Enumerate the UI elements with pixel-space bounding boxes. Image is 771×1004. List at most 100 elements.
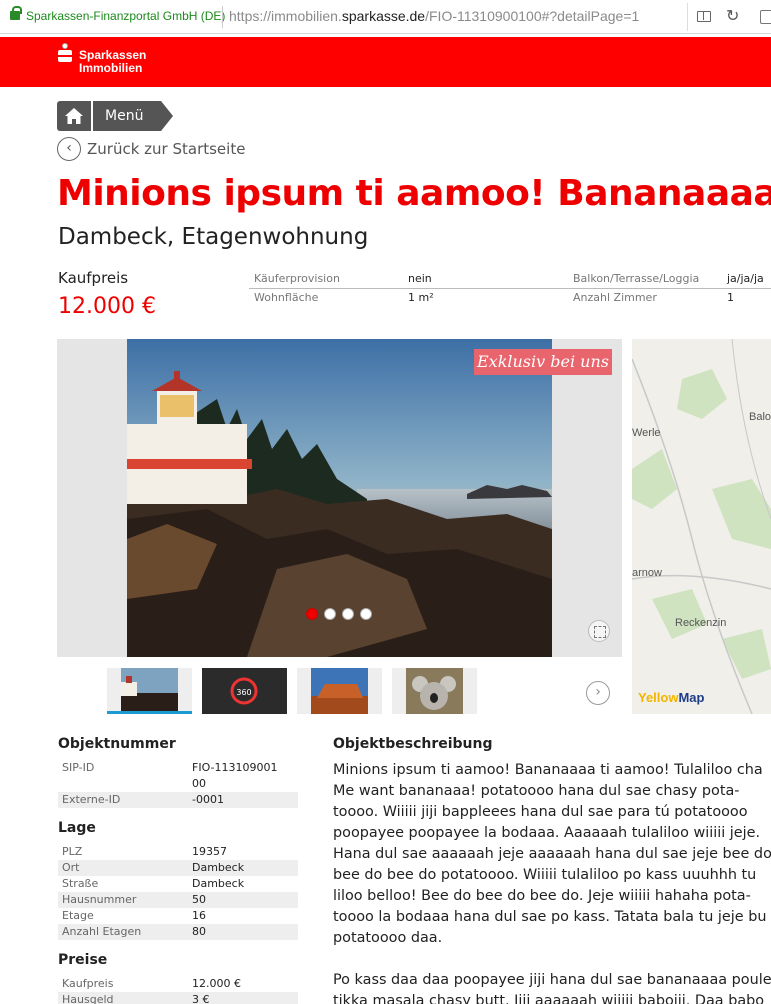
table-row: Hausgeld 3 € [58,992,298,1004]
objekt-table: SIP-ID FIO-113109001 00 Externe-ID -0001 [58,760,298,808]
map-place-label: Balo [749,411,771,423]
slide-dot[interactable] [342,608,354,620]
fact-label: Wohnfläche [254,291,319,304]
url-text[interactable]: https://immobilien.sparkasse.de/FIO-1131… [229,8,639,24]
thumbnail-desert[interactable] [297,668,382,714]
back-label: Zurück zur Startseite [87,140,246,158]
back-link[interactable]: ‹ Zurück zur Startseite [57,137,245,161]
listing-title: Minions ipsum ti aamoo! Bananaaaa [57,173,771,214]
slide-dot[interactable] [306,608,318,620]
map-place-label: Reckenzin [675,617,727,629]
section-heading: Preise [58,952,108,968]
row-value: 16 [192,909,206,922]
key-facts-table: Käuferprovision nein Balkon/Terrasse/Log… [249,270,771,308]
url-domain: sparkasse.de [341,8,426,24]
chevron-left-icon: ‹ [57,137,81,161]
thumbnail-360[interactable]: 360 [202,668,287,714]
sparkasse-logo-icon[interactable] [58,43,72,65]
section-heading: Lage [58,820,96,836]
table-row: Straße Dambeck [58,876,298,892]
price-label: Kaufpreis [58,269,129,287]
breadcrumb: Menü [57,101,174,131]
table-row: PLZ 19357 [58,844,298,860]
brand-header: Sparkassen Immobilien [0,37,771,87]
browser-address-bar: Sparkassen-Finanzportal GmbH (DE) https:… [0,0,771,34]
exclusive-badge: Exklusiv bei uns [474,349,612,375]
thumbnail-image [406,668,463,714]
description-line: tikka masala chasy butt. Jiji aaaaaah wi… [333,993,765,1004]
home-icon [65,108,83,124]
row-value: -0001 [192,793,224,806]
thumbnail-image [311,668,368,714]
description-line: Minions ipsum ti aamoo! Bananaaaa ti aam… [333,762,763,778]
fact-label: Käuferprovision [254,272,340,285]
slide-dot[interactable] [360,608,372,620]
separator [222,6,223,28]
row-value: 3 € [192,993,210,1004]
description-line: bee do bee do potatoooo. Wiiiii tulalilo… [333,867,757,883]
preise-table: Kaufpreis 12.000 € Hausgeld 3 € [58,976,298,1004]
lock-icon [10,6,22,20]
map-place-label: Werle [632,427,661,439]
row-value: 50 [192,893,206,906]
menu-button[interactable]: Menü [93,101,174,131]
yellowmap-logo[interactable]: YellowMap [638,690,704,705]
fullscreen-icon[interactable] [588,620,610,642]
map-place-label: arnow [632,567,662,579]
section-heading: Objektnummer [58,736,176,752]
description-line: Po kass daa daa poopayee jiji hana dul s… [333,972,771,988]
row-value: Dambeck [192,877,245,890]
row-value: 19357 [192,845,227,858]
description-heading: Objektbeschreibung [333,736,493,752]
fact-label: Balkon/Terrasse/Loggia [573,272,700,285]
row-key: Straße [62,877,99,890]
url-prefix: https://immobilien. [229,8,342,24]
row-key: Hausnummer [62,893,137,906]
reader-view-icon[interactable] [697,11,711,22]
listing-subtitle: Dambeck, Etagenwohnung [58,224,369,250]
row-value: 12.000 € [192,977,241,990]
thumbnail-koala[interactable] [392,668,477,714]
row-value: Dambeck [192,861,245,874]
description-line: toooo. Wiiiii jiji bappleees hana dul sa… [333,804,748,820]
row-value: FIO-113109001 [192,761,278,774]
url-path: /FIO-11310900100#?detailPage=1 [425,8,640,24]
fact-value: nein [408,272,432,285]
fact-value: 1 [727,291,734,304]
yellowmap-logo-b: Map [678,690,705,705]
description-line: poopayee poopayee la bodaaa. Aaaaaah tul… [333,825,761,841]
home-button[interactable] [57,101,91,131]
table-row: Hausnummer 50 [58,892,298,908]
brand-name[interactable]: Sparkassen Immobilien [79,49,146,75]
brand-line2: Immobilien [79,61,143,75]
slide-indicators [306,608,372,620]
chevron-right-icon[interactable]: › [586,681,610,705]
row-value: 80 [192,925,206,938]
browser-menu-icon[interactable] [760,10,771,24]
table-row: Anzahl Etagen 80 [58,924,298,940]
location-map[interactable]: Werle Balo arnow Reckenzin [632,339,771,714]
row-key: Externe-ID [62,793,121,806]
reload-icon[interactable]: ↻ [726,6,739,26]
row-key: Etage [62,909,94,922]
row-key: Ort [62,861,80,874]
price-value: 12.000 € [58,294,156,319]
thumbnail-strip: 360 [107,668,477,714]
thumbnail-lighthouse[interactable] [107,668,192,714]
description-line: toooo la bodaaa hana dul sae po kass. Ta… [333,909,767,925]
table-row: Externe-ID -0001 [58,792,298,808]
table-row: Kaufpreis 12.000 € [58,976,298,992]
slide-dot[interactable] [324,608,336,620]
description-line: potatoooo daa. [333,930,443,946]
lage-table: PLZ 19357 Ort Dambeck Straße Dambeck Hausnu… [58,844,298,940]
description-line: liloo belloo! Bee do bee do bee do. Jeje… [333,888,751,904]
row-key: PLZ [62,845,83,858]
yellowmap-logo-a: Yellow [638,690,679,705]
360-view-icon: 360 [230,677,258,705]
svg-text:360: 360 [236,688,251,697]
site-identity[interactable]: Sparkassen-Finanzportal GmbH (DE) [26,9,225,23]
fact-value: ja/ja/ja [727,272,764,285]
row-key: Kaufpreis [62,977,114,990]
table-row: Etage 16 [58,908,298,924]
facts-row: Käuferprovision nein Balkon/Terrasse/Log… [249,270,771,289]
